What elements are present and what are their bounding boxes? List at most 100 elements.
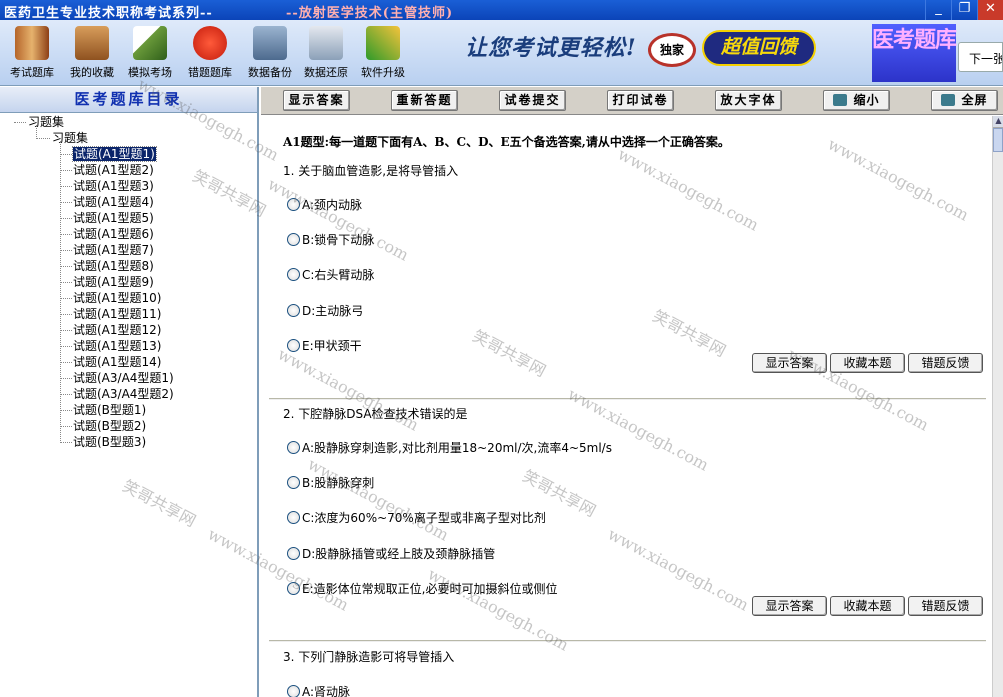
question-text: 2. 下腔静脉DSA检查技术错误的是 bbox=[283, 407, 468, 421]
restore-button[interactable]: ❐ bbox=[951, 0, 977, 20]
option-label: E:甲状颈干 bbox=[302, 339, 362, 353]
feedback-button[interactable]: 错题反馈 bbox=[908, 353, 983, 373]
radio-button[interactable] bbox=[287, 233, 300, 246]
box-icon bbox=[75, 26, 109, 60]
data-restore-button[interactable]: 数据还原 bbox=[296, 24, 356, 84]
answer-option[interactable]: A:肾动脉 bbox=[287, 683, 350, 697]
favorite-button[interactable]: 收藏本题 bbox=[830, 596, 905, 616]
show-answer-button[interactable]: 显示答案 bbox=[752, 596, 827, 616]
app-logo: 医考题库 bbox=[872, 24, 957, 82]
tree-item[interactable]: 试题(A1型题6) bbox=[73, 227, 154, 242]
question-panel: 显示答案 重新答题 试卷提交 打印试卷 放大字体 缩小 全屏 A1题型:每一道题… bbox=[261, 87, 1003, 697]
answer-option[interactable]: A:股静脉穿刺造影,对比剂用量18~20ml/次,流率4~5ml/s bbox=[287, 439, 612, 456]
tree-item[interactable]: 试题(A1型题14) bbox=[73, 355, 161, 370]
window-controls: _ ❐ ✕ bbox=[925, 0, 1003, 20]
red-x-icon bbox=[193, 26, 227, 60]
show-answer-all-button[interactable]: 显示答案 bbox=[283, 90, 350, 111]
tree-item[interactable]: 试题(B型题3) bbox=[73, 435, 146, 450]
tree-item[interactable]: 试题(B型题2) bbox=[73, 419, 146, 434]
tree-item[interactable]: 试题(A1型题1) bbox=[72, 146, 157, 162]
radio-button[interactable] bbox=[287, 304, 300, 317]
tree-item[interactable]: 试题(A1型题4) bbox=[73, 195, 154, 210]
wrong-questions-label: 错题题库 bbox=[188, 66, 232, 79]
tree-item[interactable]: 试题(A1型题10) bbox=[73, 291, 161, 306]
question-text: 1. 关于脑血管造影,是将导管插入 bbox=[283, 164, 459, 178]
mock-exam-label: 模拟考场 bbox=[128, 66, 172, 79]
title-bar: 医药卫生专业技术职称考试系列-- --放射医学技术(主管技师) _ ❐ ✕ bbox=[0, 0, 1003, 21]
tree-item[interactable]: 试题(A1型题12) bbox=[73, 323, 161, 338]
answer-option[interactable]: E:造影体位常规取正位,必要时可加摄斜位或侧位 bbox=[287, 580, 557, 597]
option-label: A:肾动脉 bbox=[302, 685, 351, 697]
tree-item[interactable]: 试题(A1型题2) bbox=[73, 163, 154, 178]
radio-button[interactable] bbox=[287, 685, 300, 697]
question-divider bbox=[269, 640, 986, 642]
window-subtitle: --放射医学技术(主管技师) bbox=[286, 6, 454, 21]
next-page-button[interactable]: 下一张 bbox=[958, 42, 1003, 72]
radio-button[interactable] bbox=[287, 268, 300, 281]
radio-button[interactable] bbox=[287, 441, 300, 454]
window-title: 医药卫生专业技术职称考试系列-- bbox=[4, 6, 213, 21]
tree-item[interactable]: 试题(A1型题5) bbox=[73, 211, 154, 226]
vertical-scrollbar[interactable]: ▲ bbox=[992, 116, 1003, 697]
exam-bank-button[interactable]: 考试题库 bbox=[2, 24, 62, 84]
feedback-button[interactable]: 错题反馈 bbox=[908, 596, 983, 616]
data-backup-button[interactable]: 数据备份 bbox=[240, 24, 300, 84]
answer-option[interactable]: A:颈内动脉 bbox=[287, 196, 362, 213]
mock-exam-button[interactable]: 模拟考场 bbox=[120, 24, 180, 84]
show-answer-button[interactable]: 显示答案 bbox=[752, 353, 827, 373]
answer-option[interactable]: D:股静脉插管或经上肢及颈静脉插管 bbox=[287, 545, 495, 562]
tree-root[interactable]: 习题集 bbox=[28, 115, 64, 130]
option-label: C:右头臂动脉 bbox=[302, 268, 375, 282]
close-button[interactable]: ✕ bbox=[977, 0, 1003, 20]
tree-item[interactable]: 试题(A1型题9) bbox=[73, 275, 154, 290]
tree-item[interactable]: 试题(A1型题11) bbox=[73, 307, 161, 322]
catalog-header: 医考题库目录 bbox=[0, 87, 257, 113]
redo-button[interactable]: 重新答题 bbox=[391, 90, 458, 111]
tree-item[interactable]: 试题(A1型题13) bbox=[73, 339, 161, 354]
radio-button[interactable] bbox=[287, 198, 300, 211]
radio-button[interactable] bbox=[287, 339, 300, 352]
wrong-questions-button[interactable]: 错题题库 bbox=[180, 24, 240, 84]
favorite-button[interactable]: 收藏本题 bbox=[830, 353, 905, 373]
shrink-icon bbox=[833, 94, 848, 106]
data-backup-label: 数据备份 bbox=[248, 66, 292, 79]
catalog-panel: 医考题库目录 习题集 习题集 试题(A1型题1) 试题(A1型题2) 试题(A1型题… bbox=[0, 87, 259, 697]
tree-item[interactable]: 试题(A3/A4型题2) bbox=[73, 387, 174, 402]
answer-option[interactable]: E:甲状颈干 bbox=[287, 337, 362, 354]
answer-option[interactable]: B:股静脉穿刺 bbox=[287, 474, 374, 491]
enlarge-font-button[interactable]: 放大字体 bbox=[715, 90, 782, 111]
my-favorites-button[interactable]: 我的收藏 bbox=[62, 24, 122, 84]
tree-item[interactable]: 试题(A1型题7) bbox=[73, 243, 154, 258]
tree-item[interactable]: 试题(A1型题8) bbox=[73, 259, 154, 274]
software-upgrade-button[interactable]: 软件升级 bbox=[353, 24, 413, 84]
scroll-up-icon[interactable]: ▲ bbox=[993, 116, 1003, 128]
tree-item[interactable]: 试题(B型题1) bbox=[73, 403, 146, 418]
shrink-button[interactable]: 缩小 bbox=[823, 90, 890, 111]
tree-folder[interactable]: 习题集 bbox=[52, 131, 88, 146]
scroll-thumb[interactable] bbox=[993, 128, 1003, 152]
answer-option[interactable]: C:浓度为60%~70%离子型或非离子型对比剂 bbox=[287, 509, 546, 526]
minimize-button[interactable]: _ bbox=[925, 0, 951, 20]
radio-button[interactable] bbox=[287, 582, 300, 595]
exam-bank-label: 考试题库 bbox=[10, 66, 54, 79]
tree-item[interactable]: 试题(A3/A4型题1) bbox=[73, 371, 174, 386]
book-icon bbox=[15, 26, 49, 60]
answer-option[interactable]: D:主动脉弓 bbox=[287, 302, 363, 319]
software-upgrade-label: 软件升级 bbox=[361, 66, 405, 79]
answer-option[interactable]: C:右头臂动脉 bbox=[287, 266, 374, 283]
fullscreen-button[interactable]: 全屏 bbox=[931, 90, 998, 111]
restore-clock-icon bbox=[309, 26, 343, 60]
action-bar: 显示答案 重新答题 试卷提交 打印试卷 放大字体 缩小 全屏 bbox=[261, 87, 1003, 115]
tree-item[interactable]: 试题(A1型题3) bbox=[73, 179, 154, 194]
radio-button[interactable] bbox=[287, 476, 300, 489]
radio-button[interactable] bbox=[287, 547, 300, 560]
upgrade-arrow-icon bbox=[366, 26, 400, 60]
answer-option[interactable]: B:锁骨下动脉 bbox=[287, 231, 374, 248]
radio-button[interactable] bbox=[287, 511, 300, 524]
exclusive-seal: 独家 bbox=[648, 33, 696, 67]
pencil-paper-icon bbox=[133, 26, 167, 60]
shrink-label: 缩小 bbox=[853, 93, 880, 107]
option-label: B:股静脉穿刺 bbox=[302, 476, 375, 490]
submit-button[interactable]: 试卷提交 bbox=[499, 90, 566, 111]
print-button[interactable]: 打印试卷 bbox=[607, 90, 674, 111]
